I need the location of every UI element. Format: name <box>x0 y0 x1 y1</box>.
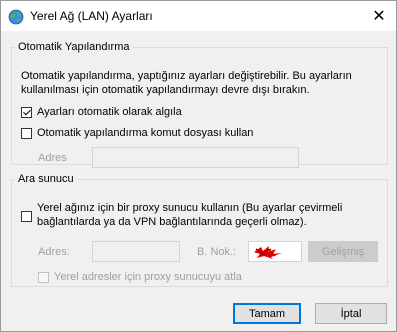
bypass-local-label: Yerel adresler için proxy sunucuyu atla <box>54 271 242 283</box>
window-title: Yerel Ağ (LAN) Ayarları <box>30 9 153 23</box>
proxy-port-input[interactable] <box>248 241 302 262</box>
config-script-checkbox[interactable] <box>21 128 32 139</box>
redaction-scribble <box>254 246 282 259</box>
config-script-option[interactable]: Otomatik yapılandırma komut dosyası kull… <box>21 127 351 141</box>
title-bar: Yerel Ağ (LAN) Ayarları ✕ <box>1 1 396 31</box>
auto-config-group: Otomatik Yapılandırma Otomatik yapılandı… <box>11 41 388 168</box>
use-proxy-checkbox[interactable] <box>21 211 32 222</box>
use-proxy-label-line-2: bağlantılarda ya da VPN bağlantılarında … <box>37 216 307 228</box>
use-proxy-label: Yerel ağınız için bir proxy sunucu kulla… <box>37 201 381 229</box>
use-proxy-label-line-1: Yerel ağınız için bir proxy sunucu kulla… <box>37 202 343 214</box>
proxy-address-label: Adres: <box>38 246 70 258</box>
detect-settings-checkbox[interactable] <box>21 107 32 118</box>
close-icon: ✕ <box>372 8 386 25</box>
advanced-button[interactable]: Gelişmiş <box>308 241 378 262</box>
config-script-label: Otomatik yapılandırma komut dosyası kull… <box>37 127 254 139</box>
auto-config-description: Otomatik yapılandırma, yaptığınız ayarla… <box>21 69 381 97</box>
proxy-port-label: B. Nok.: <box>197 246 237 258</box>
auto-config-legend: Otomatik Yapılandırma <box>18 41 130 53</box>
script-address-input[interactable] <box>92 147 299 168</box>
close-button[interactable]: ✕ <box>362 1 396 31</box>
auto-config-description-line-1: Otomatik yapılandırma, yaptığınız ayarla… <box>21 70 352 82</box>
lan-settings-dialog: Yerel Ağ (LAN) Ayarları ✕ Otomatik Yapıl… <box>0 0 397 332</box>
proxy-address-input[interactable] <box>92 241 180 262</box>
script-address-label: Adres <box>38 152 67 164</box>
bypass-local-option[interactable]: Yerel adresler için proxy sunucuyu atla <box>38 271 288 285</box>
detect-settings-option[interactable]: Ayarları otomatik olarak algıla <box>21 106 321 120</box>
ok-button[interactable]: Tamam <box>233 303 301 324</box>
auto-config-description-line-2: kullanılması için otomatik yapılandırmay… <box>21 84 310 96</box>
detect-settings-label: Ayarları otomatik olarak algıla <box>37 106 182 118</box>
network-globe-icon <box>8 9 24 25</box>
use-proxy-option[interactable]: Yerel ağınız için bir proxy sunucu kulla… <box>21 201 381 229</box>
cancel-button[interactable]: İptal <box>315 303 387 324</box>
bypass-local-checkbox[interactable] <box>38 272 49 283</box>
proxy-group: Ara sunucu Yerel ağınız için bir proxy s… <box>11 173 388 287</box>
proxy-legend: Ara sunucu <box>18 173 74 185</box>
